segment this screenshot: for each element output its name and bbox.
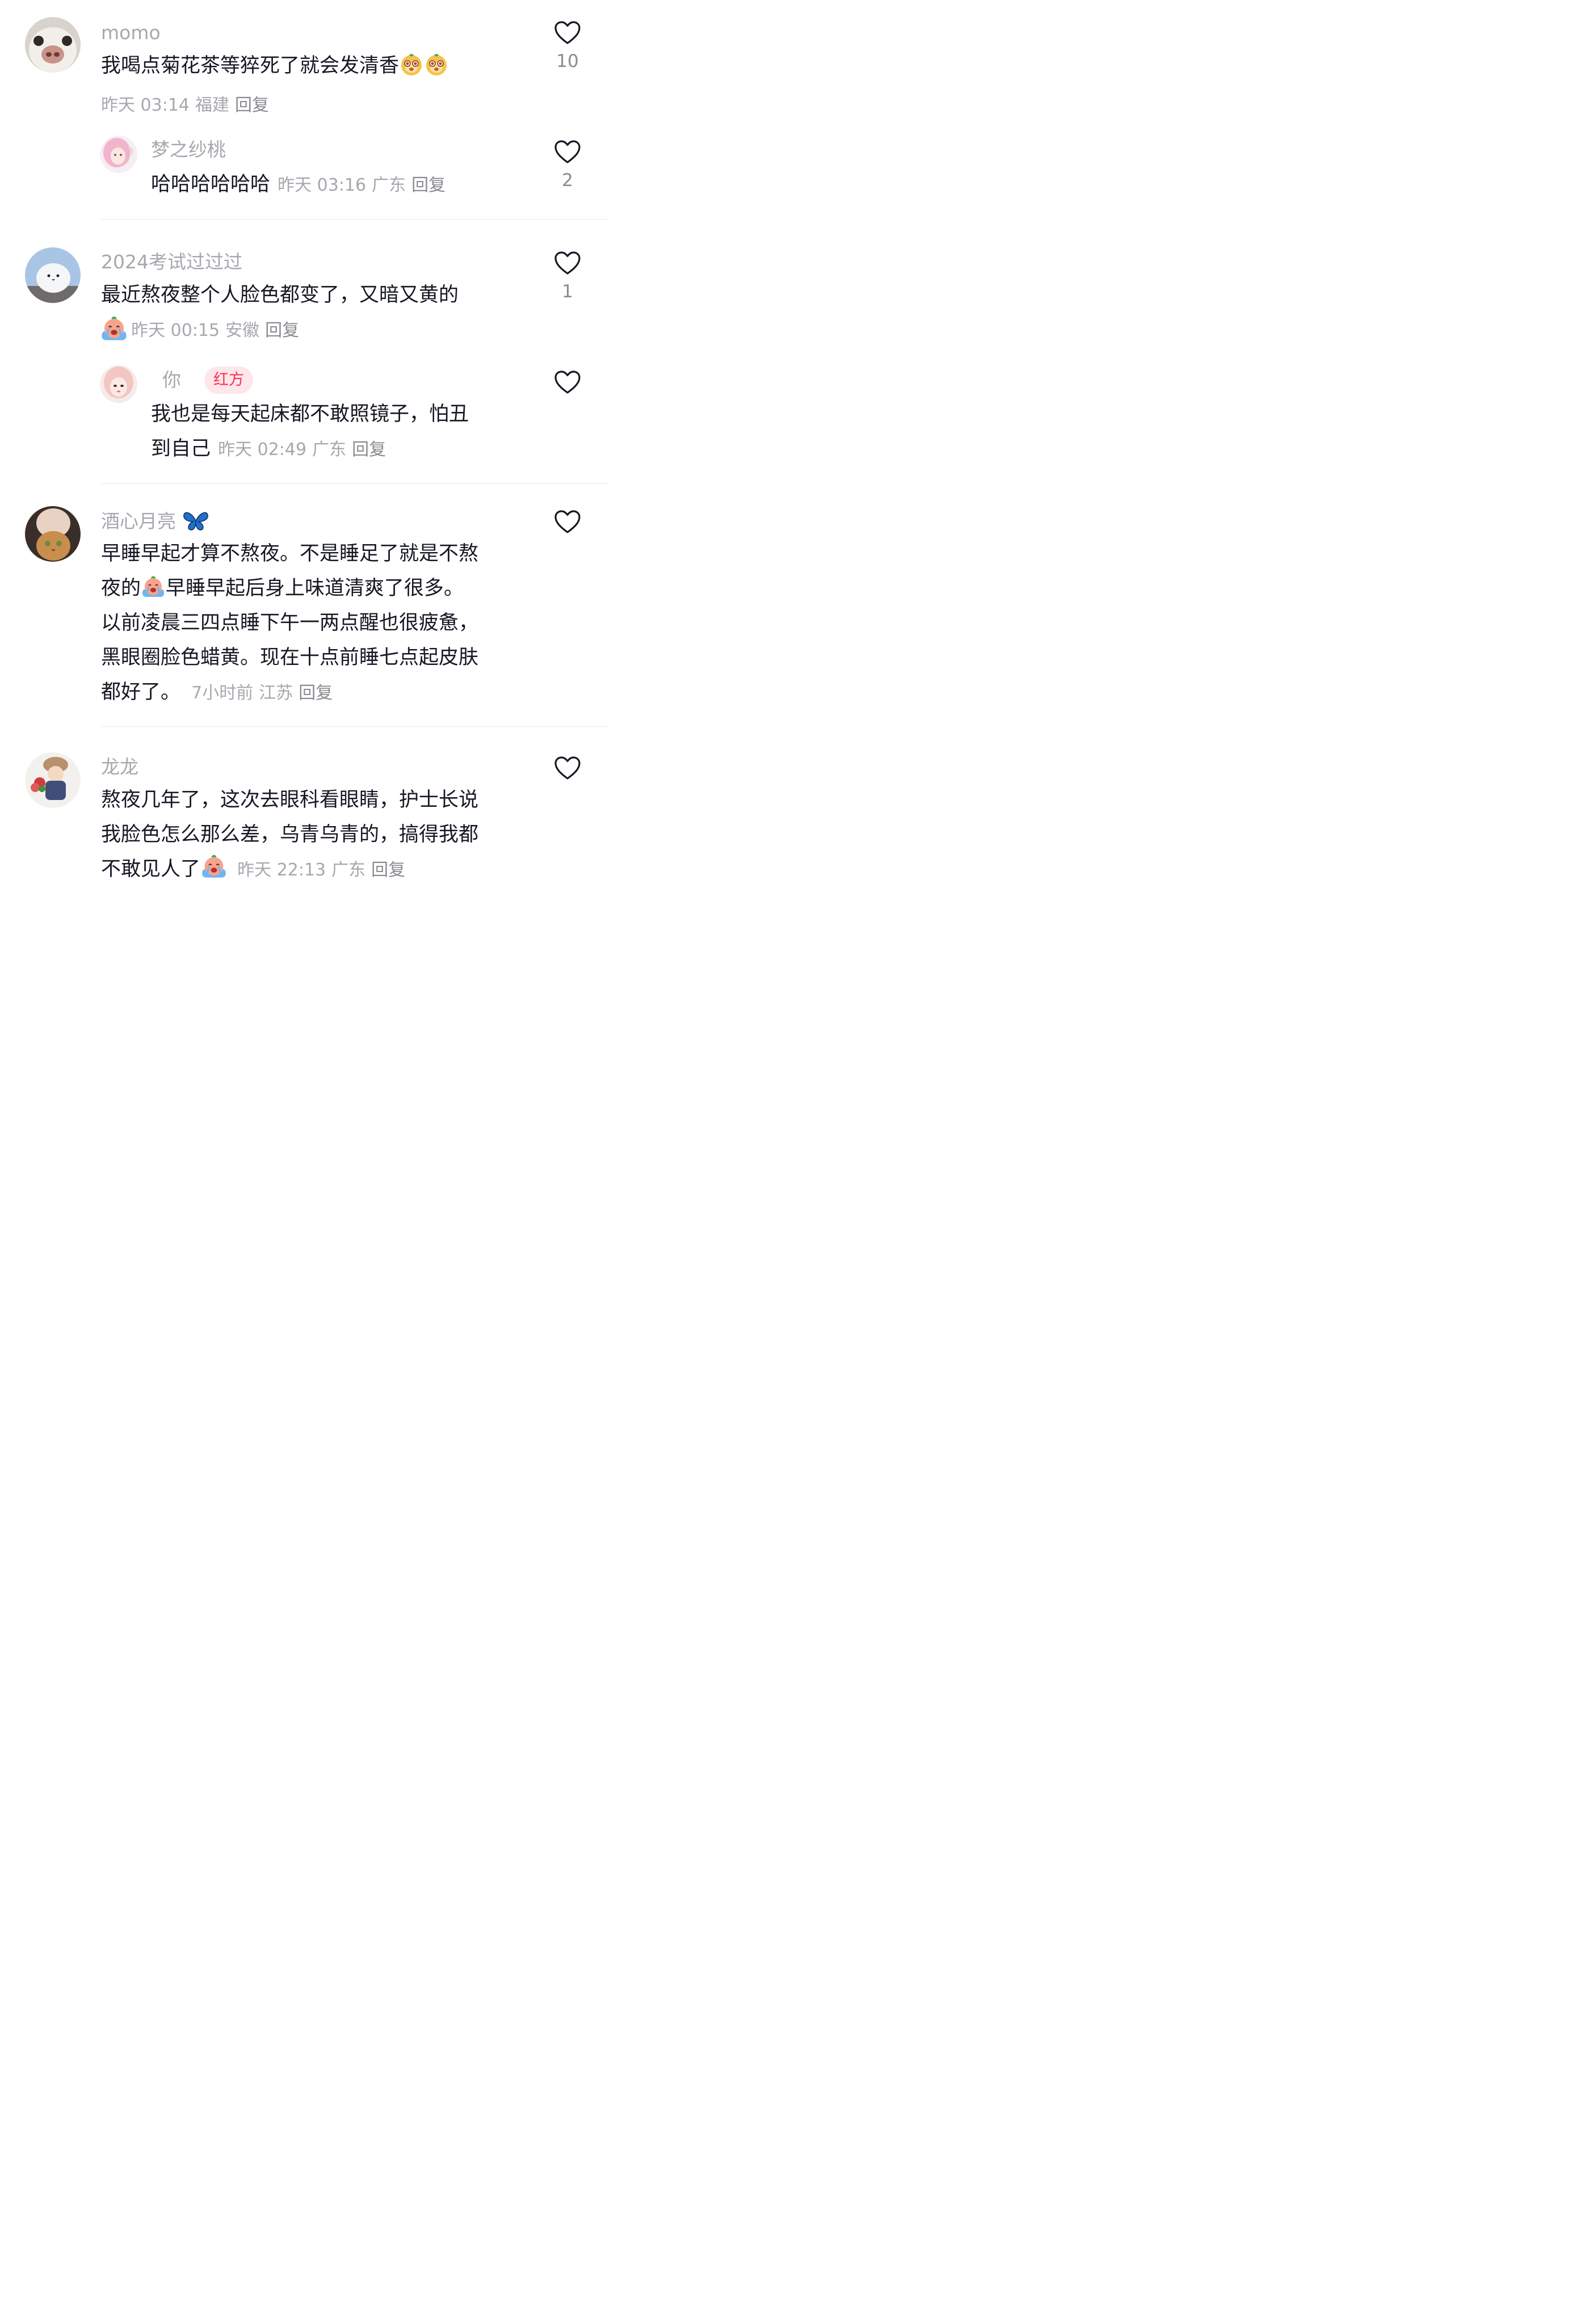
reply-text: 到自己 <box>151 437 211 460</box>
comment-line: 黑眼圈脸色蜡黄。现在十点前睡七点起皮肤 <box>101 646 479 669</box>
divider <box>100 726 608 727</box>
comment-location: 广东 <box>331 860 366 880</box>
username[interactable]: 酒心月亮 <box>101 510 176 532</box>
comment-line: 夜的 早睡早起后身上味道清爽了很多。 <box>101 571 544 606</box>
comment-line: 不敢见人了 昨天 22:13 广东 回复 <box>101 852 544 887</box>
reply-line: 哈哈哈哈哈哈 昨天 03:16 广东 回复 <box>151 168 451 197</box>
avatar[interactable] <box>25 247 81 303</box>
reply-text: 哈哈哈哈哈哈 <box>151 173 271 196</box>
comment-fragment: 夜的 <box>101 577 141 600</box>
reply-button[interactable]: 回复 <box>411 175 445 195</box>
monkey-face-emoji <box>399 52 424 77</box>
like-button[interactable] <box>550 756 585 781</box>
comment-time: 昨天 03:16 <box>278 175 367 195</box>
crying-face-emoji <box>141 574 166 599</box>
avatar[interactable] <box>25 17 81 73</box>
username[interactable]: 2024考试过过过 <box>101 251 242 273</box>
comment-line: 早睡早起才算不熬夜。不是睡足了就是不熬 <box>101 542 479 565</box>
reply-text: 我也是每天起床都不敢照镜子，怕丑 <box>151 403 469 426</box>
heart-outline-icon <box>554 756 581 781</box>
divider <box>100 219 608 220</box>
comment-line: 以前凌晨三四点睡下午一两点醒也很疲惫， <box>101 612 479 634</box>
monkey-face-emoji <box>424 52 449 77</box>
reply-button[interactable]: 回复 <box>265 321 299 340</box>
comment-line: 都好了。 7小时前 江苏 回复 <box>101 675 544 710</box>
username[interactable]: 你 <box>162 369 181 391</box>
crying-face-emoji <box>200 853 228 880</box>
heart-outline-icon <box>554 370 581 395</box>
comment-text: 最近熬夜整个人脸色都变了，又暗又黄的 <box>101 284 459 306</box>
comment-list: momo 我喝点菊花茶等猝死了就会发清香 昨天 03:14 福建 回复 10 梦之纱… <box>0 0 608 890</box>
reply-meta: 昨天 03:16 广东 回复 <box>278 175 451 195</box>
like-button[interactable] <box>550 370 585 395</box>
reply-meta: 昨天 02:49 广东 回复 <box>218 440 392 460</box>
heart-outline-icon <box>554 251 581 276</box>
reply-line: 到自己 昨天 02:49 广东 回复 <box>151 432 392 461</box>
username-row: 酒心月亮 <box>101 510 209 533</box>
comment-location: 广东 <box>372 175 406 195</box>
comment-text: 熬夜几年了，这次去眼科看眼睛，护士长说 我脸色怎么那么差，乌青乌青的，搞得我都 … <box>101 783 544 887</box>
comment-line: 熬夜几年了，这次去眼科看眼睛，护士长说 <box>101 789 479 811</box>
username[interactable]: 龙龙 <box>101 756 138 778</box>
comment-time: 昨天 03:14 <box>101 95 190 115</box>
heart-outline-icon <box>554 140 581 165</box>
comment-meta: 昨天 22:13 广东 回复 <box>237 860 411 880</box>
username[interactable]: momo <box>101 22 161 44</box>
comment-time: 昨天 02:49 <box>218 440 307 460</box>
crying-face-emoji <box>100 314 128 343</box>
comment-location: 江苏 <box>259 683 293 703</box>
comment-fragment: 不敢见人了 <box>101 858 201 881</box>
like-button[interactable]: 1 <box>550 251 585 302</box>
comment-body: 我喝点菊花茶等猝死了就会发清香 <box>101 54 400 77</box>
like-count: 10 <box>556 51 579 71</box>
like-button[interactable]: 2 <box>550 140 585 191</box>
comment-location: 广东 <box>312 440 347 460</box>
side-tag: 红方 <box>204 367 253 394</box>
butterfly-icon <box>183 512 208 531</box>
comment-time: 昨天 22:13 <box>237 860 326 880</box>
username[interactable]: 梦之纱桃 <box>151 138 226 161</box>
comment-location: 福建 <box>195 95 229 115</box>
comment-time: 7小时前 <box>191 683 254 703</box>
like-count: 2 <box>562 170 573 191</box>
comment-location: 安徽 <box>225 321 260 340</box>
comment-line: 我脸色怎么那么差，乌青乌青的，搞得我都 <box>101 823 479 846</box>
like-button[interactable] <box>550 510 585 534</box>
divider <box>100 483 608 484</box>
heart-outline-icon <box>554 20 581 45</box>
reply-button[interactable]: 回复 <box>235 95 269 115</box>
comment-meta: 7小时前 江苏 回复 <box>191 683 338 703</box>
avatar[interactable] <box>25 506 81 562</box>
avatar[interactable] <box>25 752 81 808</box>
heart-outline-icon <box>554 510 581 534</box>
comment-meta: 昨天 03:14 福建 回复 <box>101 91 275 116</box>
avatar[interactable] <box>100 365 137 403</box>
comment-meta-line: 昨天 00:15 安徽 回复 <box>100 314 305 343</box>
reply-button[interactable]: 回复 <box>371 860 405 880</box>
reply-button[interactable]: 回复 <box>352 440 386 460</box>
comment-fragment: 都好了。 <box>101 681 181 704</box>
comment-fragment: 早睡早起后身上味道清爽了很多。 <box>166 577 464 600</box>
comment-text: 早睡早起才算不熬夜。不是睡足了就是不熬 夜的 早睡早起后身上味道清爽了很多。 以前… <box>101 537 544 710</box>
reply-button[interactable]: 回复 <box>299 683 333 703</box>
like-button[interactable]: 10 <box>550 20 585 71</box>
comment-meta: 昨天 00:15 安徽 回复 <box>131 321 305 340</box>
like-count: 1 <box>562 281 573 302</box>
comment-time: 昨天 00:15 <box>131 321 220 340</box>
avatar[interactable] <box>100 136 137 173</box>
comment-text: 我喝点菊花茶等猝死了就会发清香 <box>101 49 532 83</box>
